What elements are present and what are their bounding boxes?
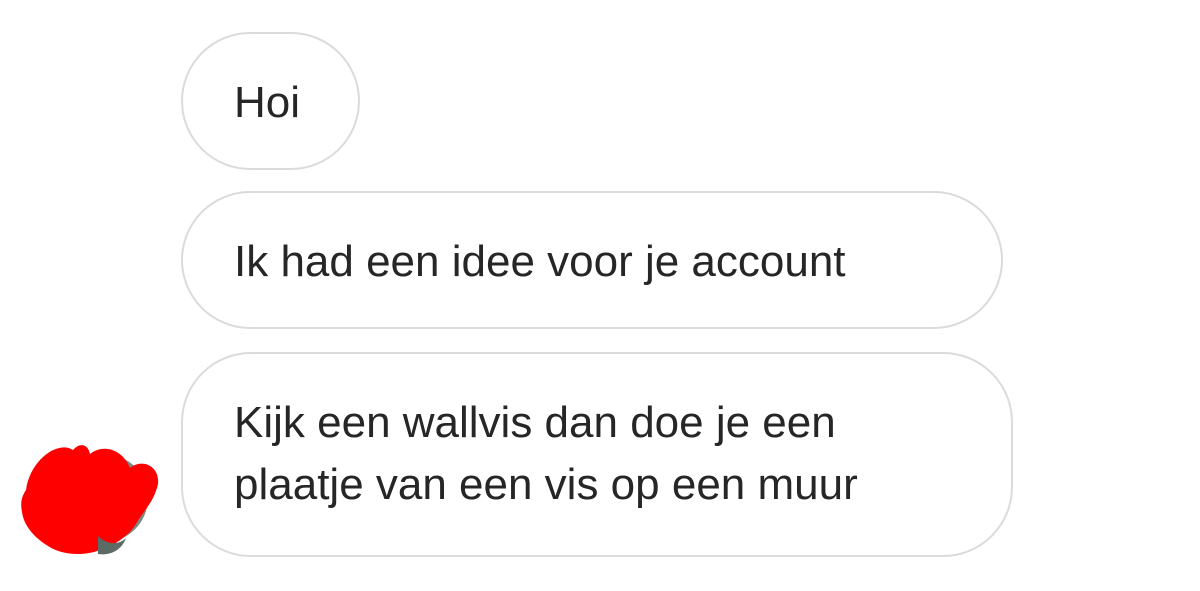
message-text: Ik had een idee voor je account bbox=[234, 237, 846, 286]
redaction-mark bbox=[21, 445, 159, 554]
message-bubble-idea[interactable]: Ik had een idee voor je account bbox=[181, 191, 1003, 329]
sender-avatar[interactable] bbox=[18, 440, 163, 560]
message-text: Hoi bbox=[234, 78, 301, 127]
message-text: Kijk een wallvis dan doe je een plaatje … bbox=[234, 398, 858, 509]
message-bubble-wallvis[interactable]: Kijk een wallvis dan doe je een plaatje … bbox=[181, 352, 1013, 557]
redacted-avatar-icon bbox=[21, 445, 159, 555]
message-thread: Hoi Ik had een idee voor je account Kijk… bbox=[0, 0, 1200, 591]
message-bubble-hoi[interactable]: Hoi bbox=[181, 32, 360, 170]
